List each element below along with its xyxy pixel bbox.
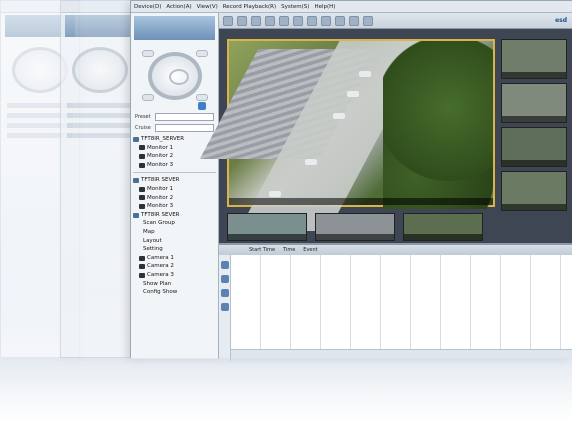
timeline-column[interactable]: Time [283,247,295,253]
preset-field[interactable] [155,113,214,121]
tree-item[interactable]: Monitor 2 [133,194,216,203]
ptz-joystick[interactable] [147,52,202,100]
search-icon[interactable] [221,303,229,311]
tree-item[interactable]: Show Plan [133,280,216,289]
playback-timeline: Start Time Time Event [219,243,572,361]
video-area: esd Start Time Time Event [199,13,572,361]
tree-item[interactable]: Layout [133,237,216,246]
timeline-grid[interactable] [231,255,572,349]
pause-icon[interactable] [221,275,229,283]
ptz-zoom-in-button[interactable] [141,50,154,57]
menu-device[interactable]: Device(D) [134,4,161,10]
tree-item[interactable]: Camera 2 [133,262,216,271]
camera-icon [139,255,145,261]
camera-thumbnail[interactable] [403,213,483,241]
tree-item[interactable]: Monitor 1 [133,185,216,194]
menu-record-playback[interactable]: Record Playback(R) [223,4,276,10]
preset-label: Preset [135,114,151,120]
screenshot-stage: Device(D) Action(A) View(V) Record Playb… [0,0,572,421]
menu-view[interactable]: View(V) [197,4,218,10]
layout-1-icon[interactable] [223,15,233,26]
ptz-zoom-out-button[interactable] [195,50,208,57]
camera-thumbnail[interactable] [501,127,567,167]
server-header [134,16,215,40]
main-video-view[interactable] [199,39,495,231]
cruise-row: Cruise [135,124,214,132]
play-icon[interactable] [221,261,229,269]
ghost-window-middle [60,0,140,358]
map-icon[interactable] [321,15,331,26]
camera-thumbnail[interactable] [315,213,395,241]
ghost-ptz-joystick [72,47,128,93]
tree-item[interactable]: TFT8IR_SERVER [133,135,216,144]
ptz-focus-near-button[interactable] [141,94,154,101]
alarm-icon[interactable] [335,15,345,26]
playback-icon[interactable] [293,15,303,26]
tree-item[interactable]: Map [133,228,216,237]
video-caption [229,198,493,205]
menu-system[interactable]: System(S) [281,4,309,10]
menu-action[interactable]: Action(A) [166,4,191,10]
tree-item[interactable]: TFT8IR SEVER [133,211,216,220]
stop-icon[interactable] [221,289,229,297]
monitor-icon [139,162,145,168]
server-icon [133,178,139,184]
monitor-icon [139,145,145,151]
camera-thumbnail[interactable] [501,39,567,79]
exit-icon[interactable] [363,15,373,26]
camera-icon [139,264,145,270]
menu-bar: Device(D) Action(A) View(V) Record Playb… [131,1,572,13]
lock-icon[interactable] [349,15,359,26]
layout-4-icon[interactable] [237,15,247,26]
monitor-icon [139,195,145,201]
toolbar: esd [219,13,572,29]
preset-row: Preset [135,113,214,121]
ptz-focus-far-button[interactable] [195,94,208,101]
ghost-server-header [65,15,135,37]
main-application-window: Device(D) Action(A) View(V) Record Playb… [130,0,572,361]
monitor-icon [139,186,145,192]
tree-item[interactable]: Camera 1 [133,254,216,263]
tree-item[interactable]: Setting [133,245,216,254]
lens-icon[interactable] [197,102,206,110]
floor-reflection [0,358,572,421]
tree-item[interactable]: Camera 3 [133,271,216,280]
ptz-control [140,46,210,110]
menu-help[interactable]: Help(H) [314,4,335,10]
settings-icon[interactable] [307,15,317,26]
snapshot-icon[interactable] [279,15,289,26]
layout-9-icon[interactable] [251,15,261,26]
tree-item[interactable]: TFT8IR SEVER [133,176,216,185]
timeline-sidebar [219,255,231,361]
device-tree: TFT8IR_SERVER Monitor 1 Monitor 2 Monito… [133,135,216,297]
server-icon [133,212,139,218]
monitor-icon [139,153,145,159]
server-icon [133,136,139,142]
timeline-column[interactable]: Start Time [249,247,275,253]
cruise-label: Cruise [135,125,151,131]
camera-icon [139,272,145,278]
brand-logo: esd [555,17,567,24]
timeline-header: Start Time Time Event [219,245,572,255]
left-control-panel: Preset Cruise TFT8IR_SERVER Monitor 1 Mo… [131,13,219,359]
record-icon[interactable] [265,15,275,26]
tree-item[interactable]: Scan Group [133,219,216,228]
tree-item[interactable]: Monitor 3 [133,202,216,211]
camera-thumbnail[interactable] [501,171,567,211]
cruise-field[interactable] [155,124,214,132]
timeline-column[interactable]: Event [303,247,317,253]
camera-thumbnail[interactable] [501,83,567,123]
monitor-icon [139,203,145,209]
ghost-menubar [61,1,139,13]
tree-item[interactable]: Config Show [133,288,216,297]
camera-thumbnail[interactable] [227,213,307,241]
tree-item[interactable]: Monitor 3 [133,161,216,170]
